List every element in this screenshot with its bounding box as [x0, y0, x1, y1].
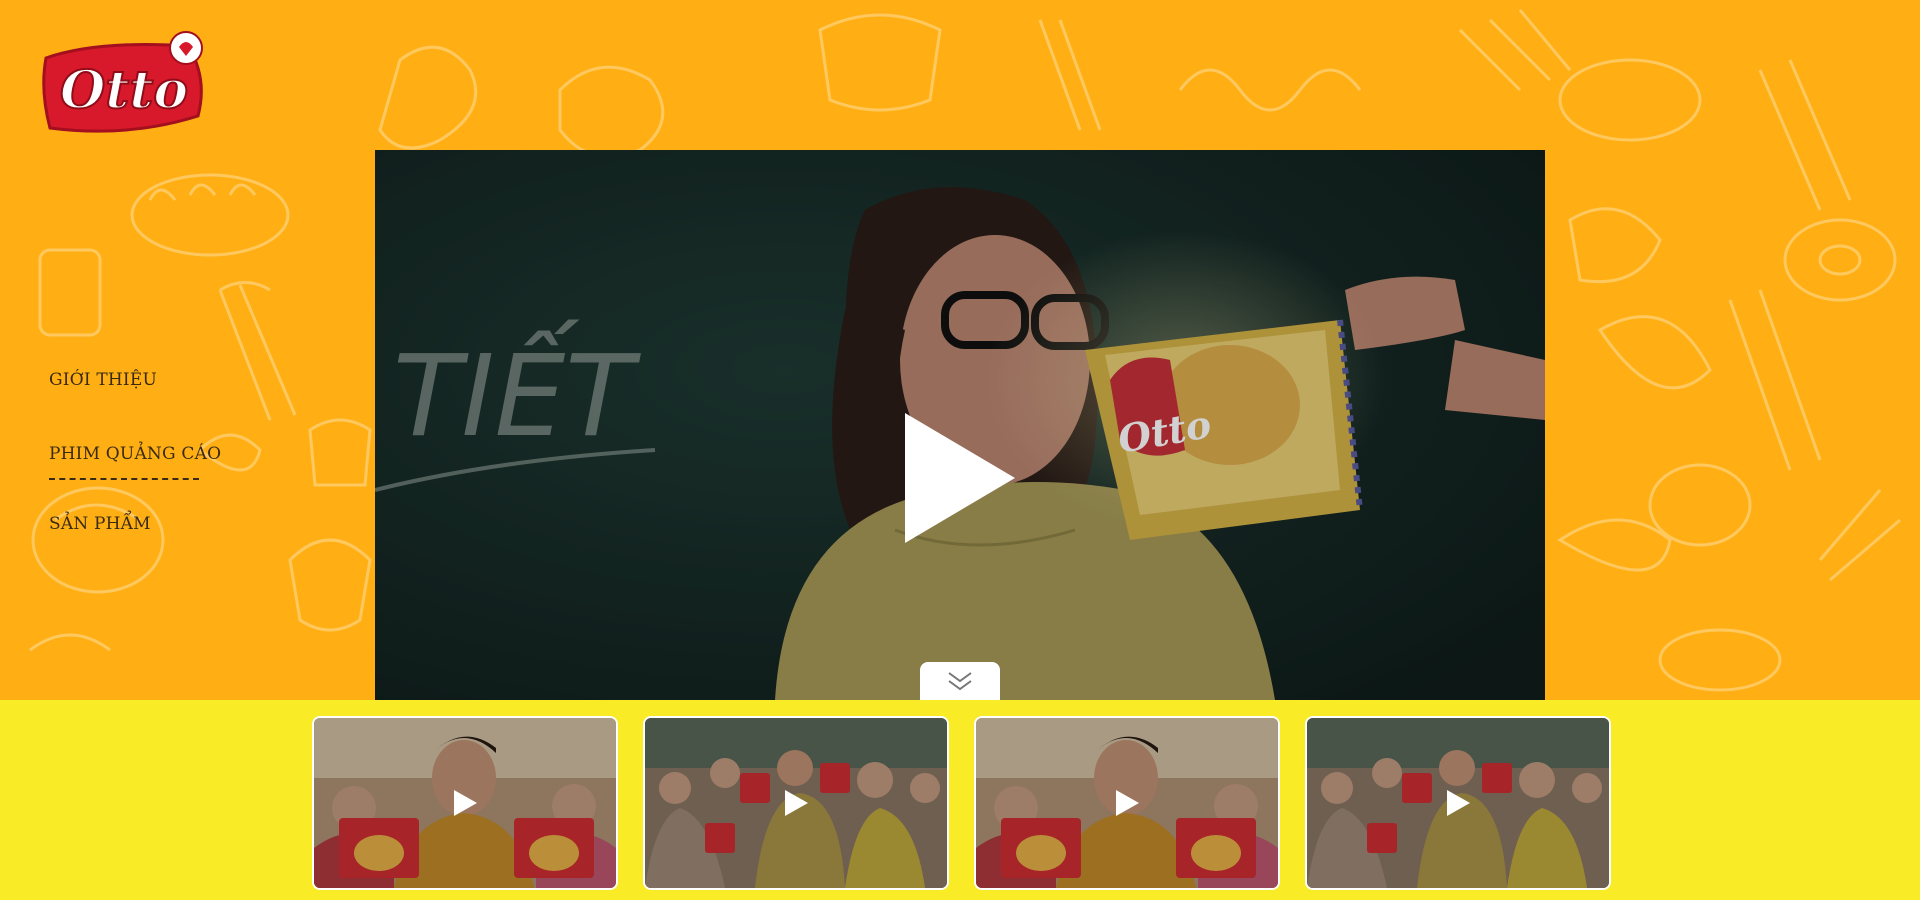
play-icon [450, 788, 480, 818]
video-thumbnail-1[interactable] [312, 716, 618, 890]
nav-item-commercials[interactable]: PHIM QUẢNG CÁO [49, 444, 221, 480]
play-icon[interactable] [905, 413, 1015, 543]
otto-logo[interactable]: Otto [38, 28, 213, 136]
logo-wordmark: Otto [60, 60, 188, 121]
play-icon [781, 788, 811, 818]
nav-item-products[interactable]: SẢN PHẨM [49, 514, 151, 534]
nav-item-introduction[interactable]: GIỚI THIỆU [49, 370, 157, 390]
video-thumbnail-strip [0, 700, 1920, 900]
chevron-down-double-icon [948, 672, 972, 691]
play-icon [1443, 788, 1473, 818]
video-thumbnail-4[interactable] [1305, 716, 1611, 890]
play-icon [1112, 788, 1142, 818]
video-thumbnail-2[interactable] [643, 716, 949, 890]
collapse-toggle-button[interactable] [920, 662, 1000, 700]
video-thumbnail-3[interactable] [974, 716, 1280, 890]
